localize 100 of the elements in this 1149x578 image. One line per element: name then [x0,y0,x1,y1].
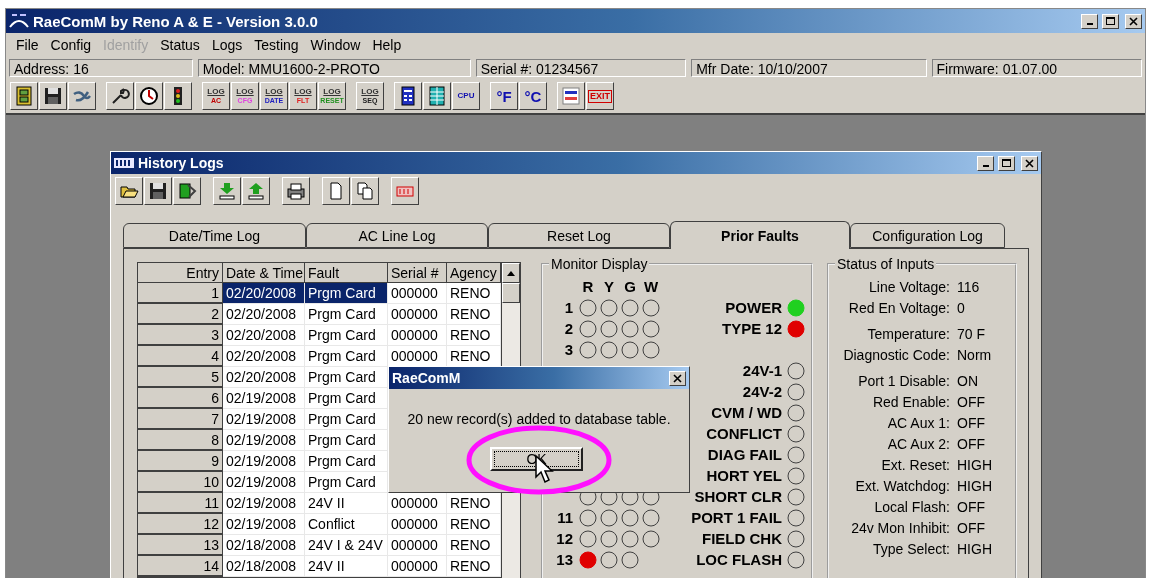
close-icon [673,373,682,383]
new-button[interactable] [322,177,350,205]
color-column-label: G [623,278,637,295]
table-cell: 24V II [305,556,388,577]
tab[interactable]: Prior Faults [670,221,850,249]
indicator-label: CVM / WD [711,404,782,421]
connect-button[interactable] [68,82,96,110]
indicator-label: LOC FLASH [696,551,782,568]
cpu-button[interactable]: CPU [452,82,480,110]
column-header[interactable]: Entry [138,263,223,283]
keypad-button[interactable] [394,82,422,110]
panel-icon [14,86,34,106]
color-column-label: W [642,278,660,295]
traffic-button[interactable] [164,82,192,110]
scrollbar-thumb[interactable] [502,283,520,303]
download-icon [217,181,237,201]
logs-icon [114,157,134,169]
channel-number: 1 [563,299,573,316]
maximize-button[interactable] [1102,13,1119,29]
row-number: 2 [138,304,223,325]
maximize-button[interactable] [998,155,1015,171]
input-value: HIGH [957,540,992,557]
code-button[interactable] [557,82,585,110]
table-cell: 02/19/2008 [223,388,305,409]
clock-button[interactable] [135,82,163,110]
close-button[interactable] [669,370,686,386]
column-header[interactable]: Fault [305,263,388,283]
exit-button[interactable]: EXIT [586,82,614,110]
table-cell: 02/19/2008 [223,409,305,430]
menu-item[interactable]: Testing [248,37,305,53]
minimize-icon [1086,23,1093,25]
row-number: 4 [138,346,223,367]
table-cell: Prgm Card [305,451,388,472]
up-arrow-icon [507,270,515,276]
table-cell: RENO [447,325,501,346]
status-field: Model: MMU1600-2-PROTO [197,59,471,77]
row-number: 9 [138,451,223,472]
menu-item[interactable]: Help [366,37,408,53]
exit-button[interactable] [391,177,419,205]
save-button[interactable] [39,82,67,110]
indicator-label: CONFLICT [706,425,782,442]
channel-number: 13 [555,551,573,568]
save-button[interactable] [144,177,172,205]
tab[interactable]: Reset Log [488,223,670,248]
status-field: Serial #: 01234567 [475,59,687,77]
input-value: 0 [957,299,965,316]
minimize-button[interactable] [977,155,994,171]
table-cell: 02/20/2008 [223,367,305,388]
table-cell: Prgm Card [305,283,388,304]
input-value: OFF [957,393,985,410]
row-number: 6 [138,388,223,409]
temperature-unit-button[interactable]: °C [519,82,547,110]
table-cell: Prgm Card [305,325,388,346]
print-button[interactable] [282,177,310,205]
upload-button[interactable] [242,177,270,205]
table-cell: RENO [447,304,501,325]
input-label: Diagnostic Code: [842,346,950,363]
table-cell: 000000 [388,304,447,325]
close-button[interactable] [1021,155,1038,171]
tab[interactable]: Date/Time Log [123,223,306,248]
menu-item[interactable]: Status [154,37,206,53]
table-cell: 000000 [388,514,447,535]
menu-item[interactable]: Config [44,37,98,53]
database-button[interactable] [173,177,201,205]
grid-icon [427,86,447,106]
input-label: Ext. Reset: [880,456,950,473]
input-value: HIGH [957,477,992,494]
minimize-button[interactable] [1081,13,1098,29]
table-cell: 02/18/2008 [223,556,305,577]
column-header[interactable]: Date & Time [223,263,305,283]
group-title: Monitor Display [550,256,649,272]
table-cell: RENO [447,493,501,514]
menu-item[interactable]: Logs [205,37,249,53]
upload-icon [246,181,266,201]
input-label: AC Aux 2: [886,435,950,452]
table-cell: 02/20/2008 [223,304,305,325]
close-button[interactable] [1125,13,1142,29]
menu-item[interactable]: File [10,37,45,53]
indicator-label: 24V-2 [742,383,782,400]
wrench-button[interactable] [106,82,134,110]
copy-icon [355,181,375,201]
indicator-label: POWER [725,299,782,316]
copy-button[interactable] [351,177,379,205]
temperature-unit-button[interactable]: °F [490,82,518,110]
menu-item[interactable]: Window [304,37,367,53]
table-cell: 02/18/2008 [223,535,305,556]
window-title: History Logs [138,155,224,171]
tab[interactable]: AC Line Log [306,223,488,248]
table-cell: Conflict [305,514,388,535]
column-header[interactable]: Serial # [388,263,447,283]
grid-button[interactable] [423,82,451,110]
floppy-icon [43,86,63,106]
table-cell: RENO [447,514,501,535]
panel-button[interactable] [10,82,38,110]
scroll-up-button[interactable] [502,263,520,283]
open-button[interactable] [115,177,143,205]
tab[interactable]: Configuration Log [850,223,1005,248]
column-header[interactable]: Agency [447,263,501,283]
download-button[interactable] [213,177,241,205]
table-cell: 02/19/2008 [223,514,305,535]
